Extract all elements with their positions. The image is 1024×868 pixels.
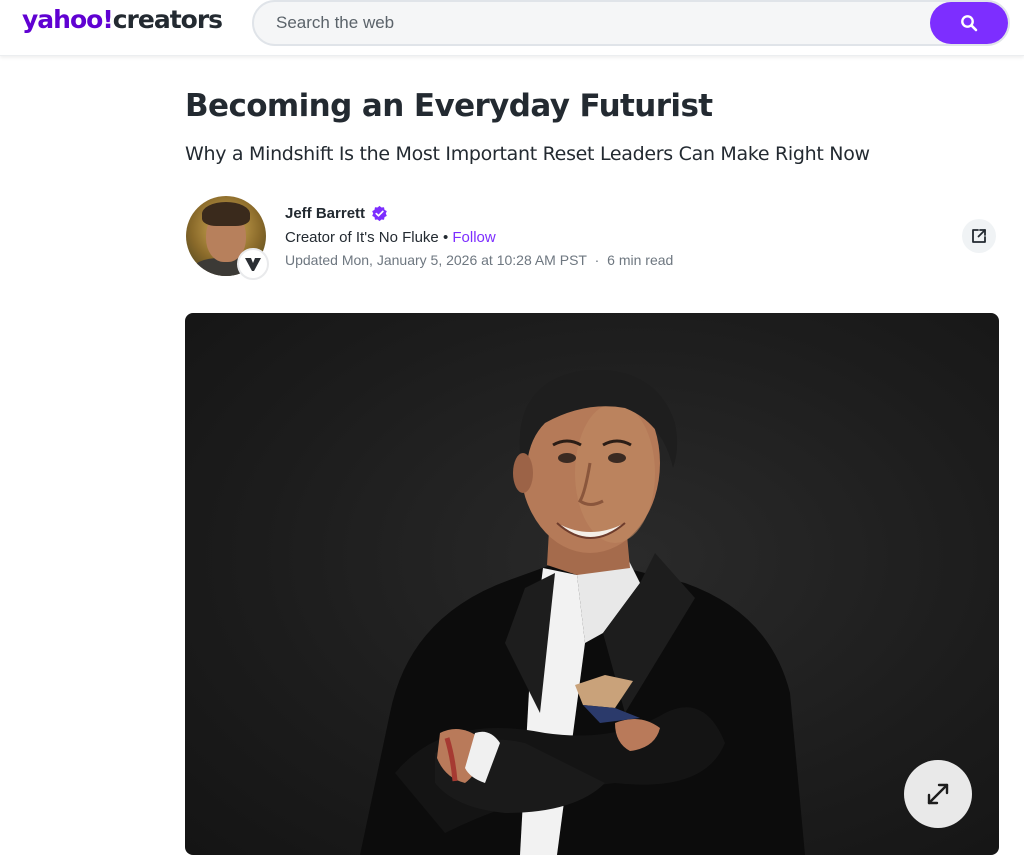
share-button[interactable] [962, 219, 996, 253]
search-button[interactable] [930, 2, 1008, 44]
top-header: yahoo!creators [0, 0, 1024, 56]
hero-portrait [360, 370, 805, 855]
search-bar [252, 0, 1010, 46]
article-meta: Updated Mon, January 5, 2026 at 10:28 AM… [285, 252, 673, 268]
meta-dot: · [594, 252, 600, 268]
article-subtitle: Why a Mindshift Is the Most Important Re… [185, 143, 870, 165]
author-name[interactable]: Jeff Barrett [285, 205, 365, 222]
search-input[interactable] [276, 11, 896, 35]
creator-prefix: Creator of [285, 229, 352, 246]
expand-arrows-icon [927, 783, 949, 805]
separator-bullet: • [442, 229, 449, 246]
publication-badge-icon [237, 248, 269, 280]
search-icon [961, 15, 978, 32]
read-time: 6 min read [607, 252, 674, 268]
hero-image[interactable] [185, 313, 999, 855]
verified-badge-icon [372, 205, 387, 222]
publication-link[interactable]: It's No Fluke [356, 229, 439, 246]
article-title: Becoming an Everyday Futurist [185, 88, 713, 124]
follow-button[interactable]: Follow [452, 229, 495, 246]
expand-image-button[interactable] [904, 760, 972, 828]
share-external-icon [972, 229, 986, 243]
yahoo-creators-logo[interactable]: yahoo!creators [22, 5, 223, 34]
updated-timestamp: Updated Mon, January 5, 2026 at 10:28 AM… [285, 252, 587, 268]
author-name-row: Jeff Barrett [285, 205, 388, 222]
creator-line: Creator of It's No Fluke • Follow [285, 229, 496, 246]
